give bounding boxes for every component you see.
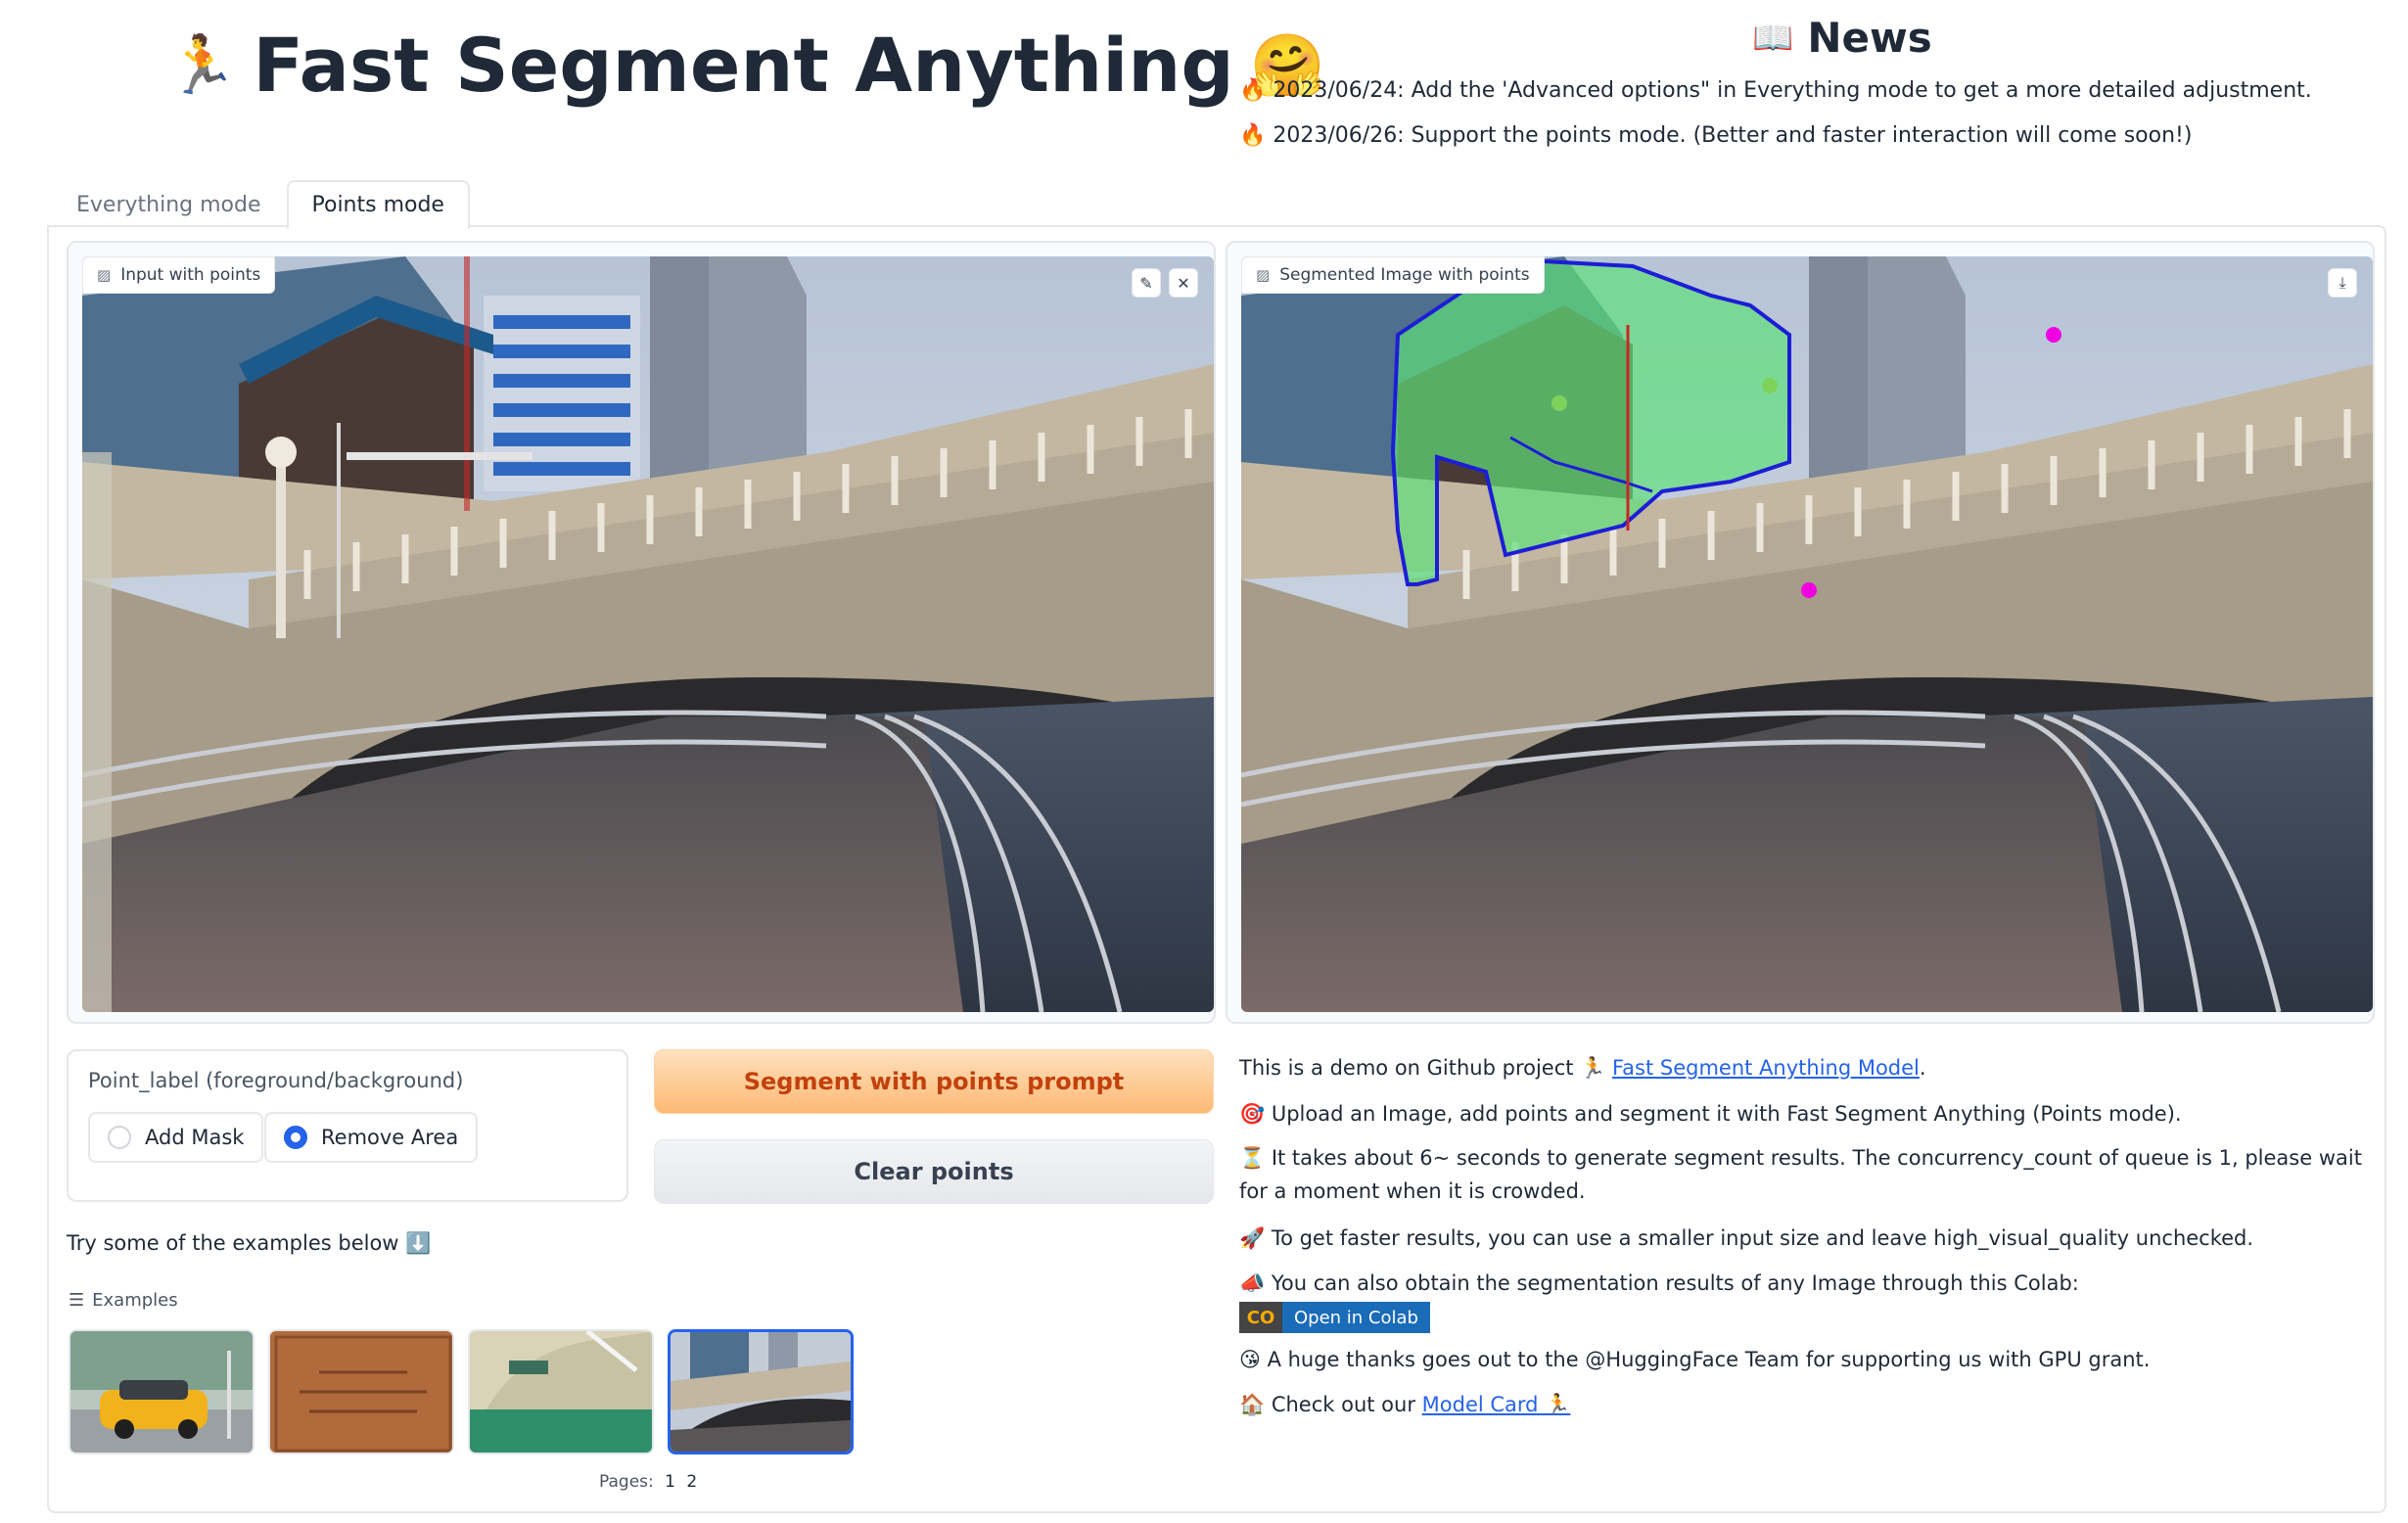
example-thumbnail[interactable] xyxy=(468,1329,654,1454)
tunnel-thumbnail xyxy=(470,1331,652,1453)
pagination: Pages: 1 2 xyxy=(599,1472,698,1492)
list-icon: ☰ xyxy=(69,1290,85,1311)
tab-everything-mode[interactable]: Everything mode xyxy=(51,180,287,227)
download-icon: ⤓ xyxy=(2339,273,2346,292)
example-thumbnail-selected[interactable] xyxy=(668,1329,854,1454)
news-item: 🔥 2023/06/24: Add the 'Advanced options"… xyxy=(1239,78,2312,103)
page-title-text: Fast Segment Anything xyxy=(253,22,1234,109)
news-title: News xyxy=(1807,14,1932,62)
clear-image-button[interactable]: ✕ xyxy=(1169,268,1198,298)
github-link[interactable]: Fast Segment Anything Model xyxy=(1612,1056,1920,1080)
page-1[interactable]: 1 xyxy=(665,1472,675,1492)
radio-add-mask[interactable]: Add Mask xyxy=(88,1112,264,1163)
description-line: 🎯 Upload an Image, add points and segmen… xyxy=(1239,1102,2182,1126)
description-line: 📣 You can also obtain the segmentation r… xyxy=(1239,1271,2079,1295)
close-icon: ✕ xyxy=(1177,273,1190,293)
runner-icon: 🏃 xyxy=(166,31,238,98)
download-button[interactable]: ⤓ xyxy=(2328,268,2357,298)
taxi-thumbnail xyxy=(70,1331,253,1453)
example-thumbnail[interactable] xyxy=(268,1329,454,1454)
news-item: 🔥 2023/06/26: Support the points mode. (… xyxy=(1239,123,2193,148)
news-heading: 📖 News xyxy=(1752,14,1932,62)
example-thumbnail[interactable] xyxy=(69,1329,255,1454)
description-line: ⏳ It takes about 6~ seconds to generate … xyxy=(1239,1146,2362,1203)
radio-dot-checked[interactable] xyxy=(284,1126,307,1149)
page-title: 🏃 Fast Segment Anything 🤗 xyxy=(166,22,1325,109)
description-line: 🏠 Check out our Model Card 🏃 xyxy=(1239,1393,1571,1416)
negative-point xyxy=(1801,582,1817,598)
tab-points-mode[interactable]: Points mode xyxy=(286,180,470,229)
positive-point xyxy=(1762,378,1778,393)
description-line: 🚀 To get faster results, you can use a s… xyxy=(1239,1226,2254,1250)
output-image-label: ▨ Segmented Image with points xyxy=(1241,256,1545,294)
examples-heading: ☰ Examples xyxy=(69,1290,178,1311)
plaque-thumbnail xyxy=(270,1331,452,1453)
open-in-colab-badge[interactable]: CO Open in Colab xyxy=(1239,1302,1430,1333)
radio-remove-area[interactable]: Remove Area xyxy=(264,1112,479,1163)
colab-icon: CO xyxy=(1239,1302,1282,1333)
segment-button[interactable]: Segment with points prompt xyxy=(654,1049,1214,1114)
edit-button[interactable]: ✎ xyxy=(1132,268,1161,298)
input-image-panel: ▨ Input with points ✎ ✕ xyxy=(67,241,1216,1024)
clear-points-button[interactable]: Clear points xyxy=(654,1139,1214,1204)
point-label-group: Point_label (foreground/background) Add … xyxy=(67,1049,628,1202)
output-image-panel: ▨ Segmented Image with points ⤓ xyxy=(1226,241,2375,1024)
page-2[interactable]: 2 xyxy=(686,1472,697,1492)
bridge-photo xyxy=(82,256,1214,1012)
positive-point xyxy=(1551,395,1567,411)
negative-point xyxy=(2046,327,2061,343)
bridge-thumbnail xyxy=(671,1332,851,1452)
input-image-label: ▨ Input with points xyxy=(82,256,276,294)
mode-tabs: Everything mode Points mode xyxy=(51,180,470,229)
point-label-title: Point_label (foreground/background) xyxy=(88,1069,464,1092)
radio-dot[interactable] xyxy=(108,1126,131,1149)
description-line: This is a demo on Github project 🏃 Fast … xyxy=(1239,1056,1926,1080)
pencil-icon: ✎ xyxy=(1139,273,1153,293)
description-line: 😘 A huge thanks goes out to the @Hugging… xyxy=(1239,1348,2151,1371)
book-icon: 📖 xyxy=(1752,18,1794,58)
examples-intro: Try some of the examples below ⬇️ xyxy=(67,1231,432,1255)
segmented-image xyxy=(1241,256,2373,1012)
model-card-link[interactable]: Model Card 🏃 xyxy=(1422,1393,1571,1416)
input-image-canvas[interactable] xyxy=(82,256,1214,1012)
image-icon: ▨ xyxy=(97,266,112,284)
segmented-bridge-photo xyxy=(1241,256,2373,1012)
image-icon: ▨ xyxy=(1256,266,1271,284)
